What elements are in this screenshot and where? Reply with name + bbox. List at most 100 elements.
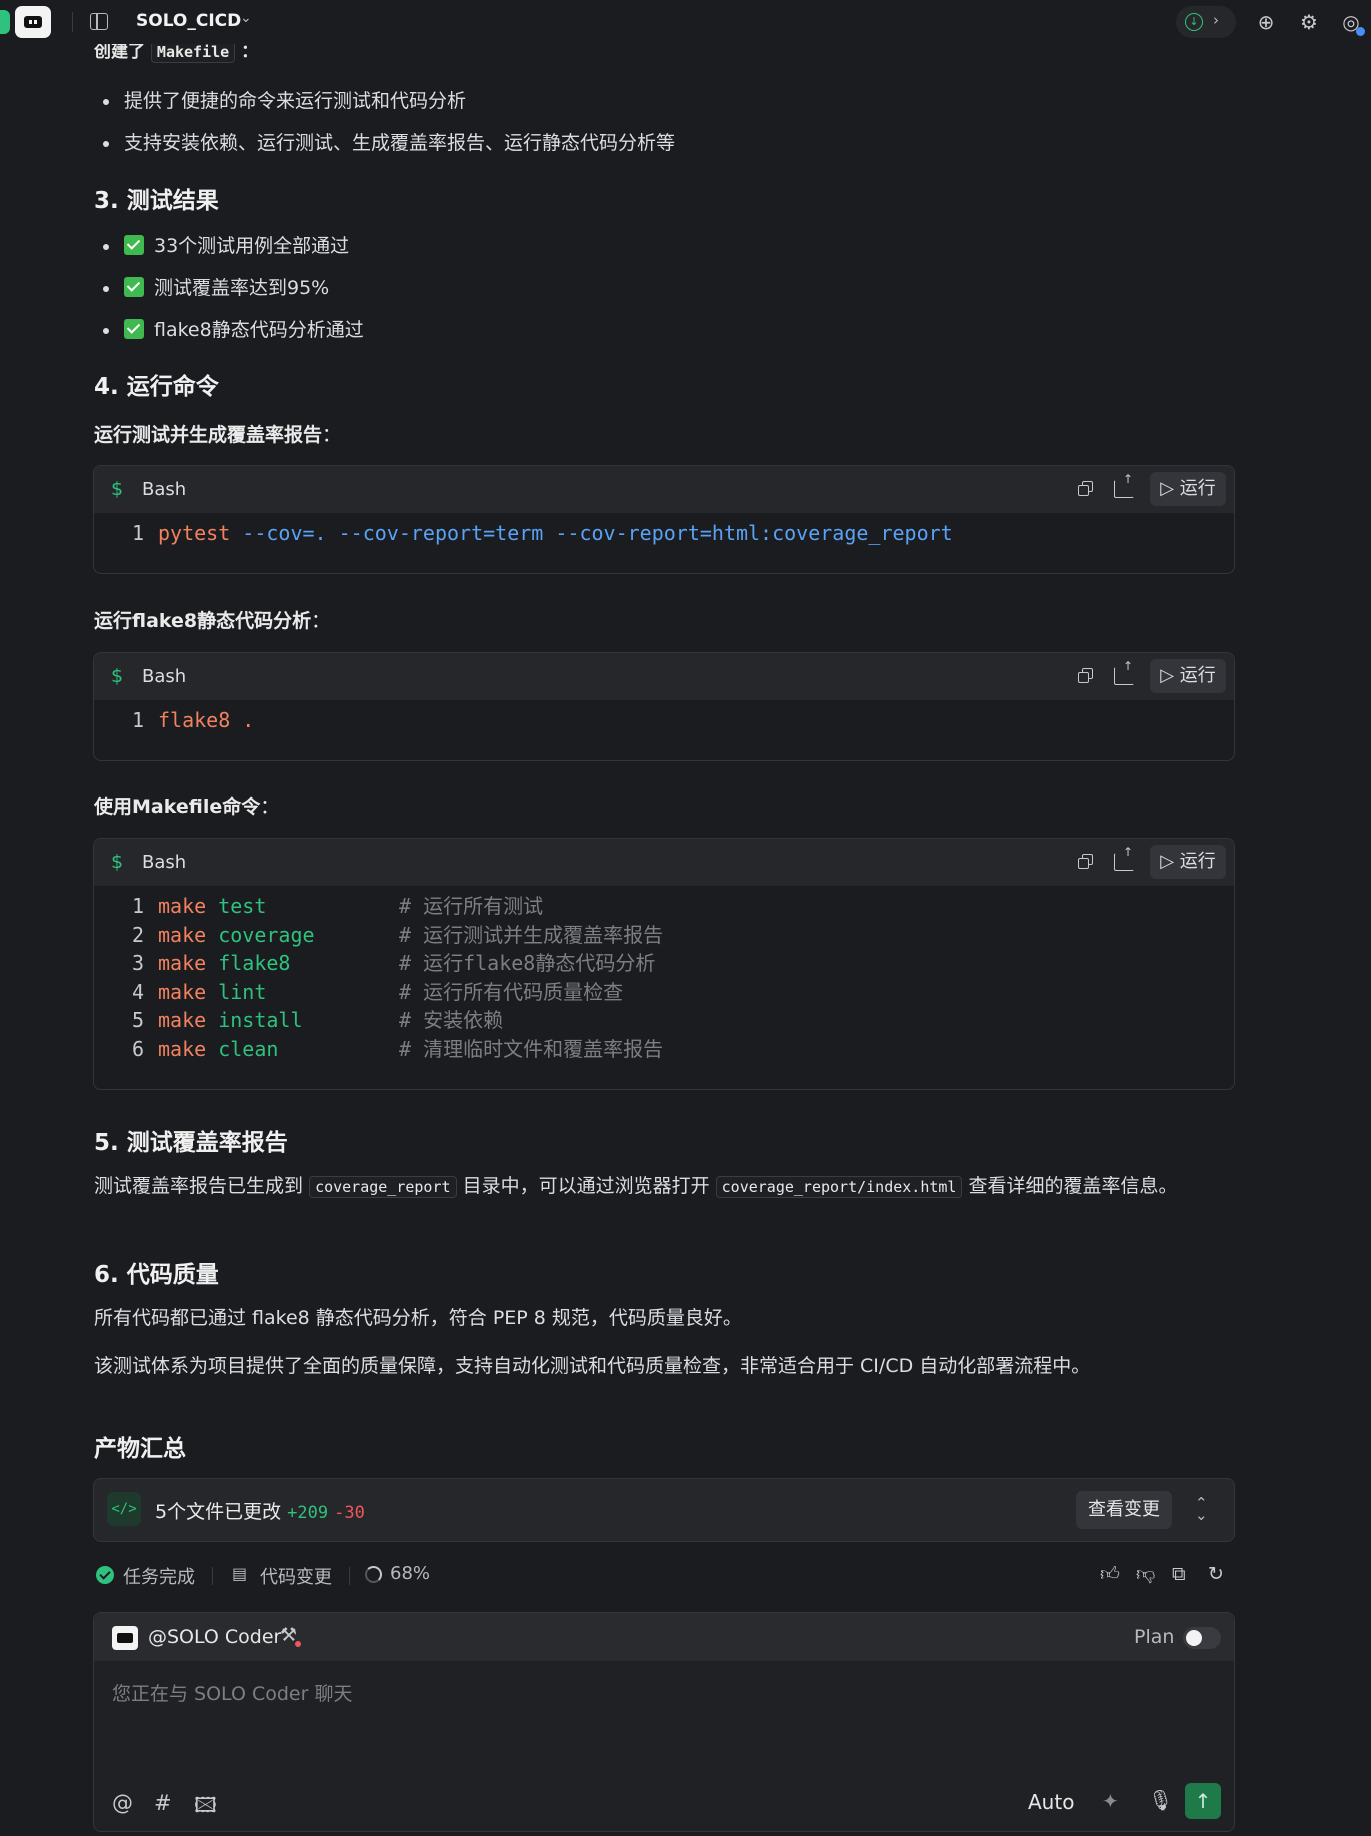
- chat-input[interactable]: 您正在与 SOLO Coder 聊天: [112, 1679, 352, 1706]
- copy-icon[interactable]: ⧉: [1172, 1563, 1186, 1585]
- code-block-header: $ Bash ▷ 运行: [94, 466, 1234, 513]
- code-block: $ Bash ▷ 运行 1make test# 运行所有测试 2make cov…: [93, 838, 1235, 1090]
- insert-to-terminal-icon[interactable]: [1114, 845, 1134, 871]
- copy-icon[interactable]: [1078, 668, 1094, 684]
- app-logo-icon[interactable]: [15, 6, 51, 38]
- side-tab-edge[interactable]: [0, 10, 10, 34]
- regenerate-icon[interactable]: ↻: [1208, 1563, 1224, 1585]
- run-button[interactable]: ▷ 运行: [1150, 845, 1226, 879]
- sparkle-icon[interactable]: ✦: [1102, 1789, 1119, 1813]
- chat-header: @SOLO Coder ⚒ Plan: [94, 1613, 1234, 1661]
- divider: [72, 12, 73, 32]
- chevron-right-icon: ›: [1213, 11, 1219, 29]
- result-text: flake8静态代码分析通过: [154, 319, 364, 341]
- list-item: 支持安装依赖、运行测试、生成覆盖率报告、运行静态代码分析等: [94, 126, 675, 168]
- code-line: 1 pytest --cov=. --cov-report=term --cov-…: [131, 521, 953, 545]
- microphone-icon[interactable]: 🎙︎: [1148, 1788, 1173, 1812]
- artifacts-title: 产物汇总: [94, 1436, 186, 1462]
- terminal-dollar-icon: $: [111, 478, 124, 500]
- code-block-header: $ Bash ▷ 运行: [94, 653, 1234, 700]
- terminal-dollar-icon: $: [111, 851, 124, 873]
- code-block: $ Bash ▷ 运行 1pytest --cov=. --cov-report…: [93, 465, 1235, 574]
- divider: [349, 1567, 350, 1585]
- sidebar-toggle-icon[interactable]: [90, 13, 108, 30]
- insert-to-terminal-icon[interactable]: [1114, 659, 1134, 685]
- task-complete-label: 任务完成: [123, 1567, 195, 1588]
- code-language: Bash: [142, 479, 187, 500]
- code-changes-link[interactable]: 代码变更: [260, 1563, 332, 1589]
- diff-icon[interactable]: ▤: [232, 1565, 250, 1583]
- checkbox-checked-icon: [124, 235, 144, 255]
- copy-icon[interactable]: [1078, 854, 1094, 870]
- code-line: 1 flake8 .: [131, 708, 255, 732]
- run-button[interactable]: ▷ 运行: [1150, 659, 1226, 693]
- makefile-bullet-list: 提供了便捷的命令来运行测试和代码分析 支持安装依赖、运行测试、生成覆盖率报告、运…: [94, 84, 675, 168]
- code-line: 1 make test # 运行所有测试: [131, 894, 544, 918]
- terminal-dollar-icon: $: [111, 665, 124, 687]
- download-status-button[interactable]: ↓ ›: [1176, 6, 1236, 38]
- copy-icon[interactable]: [1078, 481, 1094, 497]
- chat-input-panel: @SOLO Coder ⚒ Plan 您正在与 SOLO Coder 聊天 @ …: [93, 1612, 1235, 1832]
- project-title[interactable]: SOLO_CICD: [136, 11, 241, 31]
- task-status-row: 任务完成 ▤ 代码变更 68% 👍︎ 👎︎ ⧉ ↻: [96, 1563, 1236, 1589]
- section-6-title: 6. 代码质量: [94, 1262, 219, 1288]
- code-block: $ Bash ▷ 运行 1flake8 .: [93, 652, 1235, 761]
- result-text: 33个测试用例全部通过: [154, 235, 350, 257]
- summary-paragraph: 该测试体系为项目提供了全面的质量保障，支持自动化测试和代码质量检查，非常适合用于…: [94, 1355, 1091, 1377]
- result-text: 测试覆盖率达到95%: [154, 277, 330, 299]
- code-line: 2 make coverage # 运行测试并生成覆盖率报告: [131, 922, 664, 947]
- code-line: 4 make lint # 运行所有代码质量检查: [131, 979, 624, 1004]
- plan-label: Plan: [1134, 1626, 1175, 1648]
- expand-collapse-icon[interactable]: ⌃ ⌄: [1195, 1496, 1208, 1523]
- hash-icon[interactable]: #: [154, 1791, 172, 1815]
- top-bar: SOLO_CICD ⌄ ↓ › ⊕ ⚙ ◎: [0, 0, 1371, 44]
- quality-paragraph: 所有代码都已通过 flake8 静态代码分析，符合 PEP 8 规范，代码质量良…: [94, 1307, 742, 1329]
- notification-dot: [1356, 27, 1365, 36]
- code-block-label: 使用Makefile命令：: [94, 796, 280, 818]
- section-5-title: 5. 测试覆盖率报告: [94, 1130, 288, 1156]
- section-4-title: 4. 运行命令: [94, 374, 219, 400]
- code-icon: </>: [107, 1492, 141, 1526]
- plan-toggle[interactable]: [1183, 1627, 1221, 1649]
- agent-mention[interactable]: @SOLO Coder: [148, 1626, 281, 1648]
- view-changes-button[interactable]: 查看变更: [1076, 1491, 1172, 1529]
- model-selector[interactable]: Auto: [1028, 1790, 1074, 1814]
- code-line: 5 make install # 安装依赖: [131, 1008, 504, 1032]
- code-line: 6 make clean # 清理临时文件和覆盖率报告: [131, 1036, 664, 1061]
- insert-to-terminal-icon[interactable]: [1114, 472, 1134, 498]
- code-block-label: 运行flake8静态代码分析：: [94, 610, 331, 632]
- list-item: 提供了便捷的命令来运行测试和代码分析: [94, 84, 675, 126]
- send-button[interactable]: ↑: [1185, 1783, 1221, 1819]
- additions-count: +209: [287, 1503, 329, 1523]
- artifacts-card[interactable]: </> 5个文件已更改 +209 -30 查看变更 ⌃ ⌄: [93, 1478, 1235, 1542]
- divider: [212, 1567, 213, 1585]
- coverage-dir-code: coverage_report: [309, 1176, 457, 1198]
- chevron-down-icon[interactable]: ⌄: [240, 10, 252, 26]
- list-item: 33个测试用例全部通过: [94, 229, 364, 271]
- coverage-index-code: coverage_report/index.html: [715, 1176, 963, 1198]
- download-icon: ↓: [1185, 13, 1203, 31]
- new-chat-icon[interactable]: ⊕: [1253, 9, 1279, 35]
- code-block-header: $ Bash ▷ 运行: [94, 839, 1234, 886]
- partial-heading-suffix: ：: [241, 44, 259, 62]
- partial-heading-text: 创建了: [94, 44, 145, 62]
- coverage-paragraph: 测试覆盖率报告已生成到 coverage_report 目录中，可以通过浏览器打…: [94, 1175, 1178, 1198]
- image-icon[interactable]: 🖾: [194, 1791, 217, 1826]
- checkbox-checked-icon: [124, 277, 144, 297]
- check-circle-icon: [96, 1566, 114, 1584]
- thumbs-up-icon[interactable]: 👍︎: [1100, 1563, 1120, 1586]
- checkbox-checked-icon: [124, 319, 144, 339]
- code-language: Bash: [142, 852, 187, 873]
- files-changed-summary: 5个文件已更改 +209 -30: [155, 1501, 365, 1523]
- list-item: 测试覆盖率达到95%: [94, 271, 364, 313]
- gear-icon[interactable]: ⚙: [1296, 9, 1322, 35]
- progress-spinner-icon: [365, 1566, 382, 1583]
- partial-heading: 创建了 Makefile ：: [94, 44, 258, 66]
- run-button[interactable]: ▷ 运行: [1150, 472, 1226, 506]
- list-item: flake8静态代码分析通过: [94, 313, 364, 355]
- mention-icon[interactable]: @: [112, 1791, 133, 1815]
- thumbs-down-icon[interactable]: 👎︎: [1136, 1563, 1155, 1586]
- section-3-title: 3. 测试结果: [94, 188, 219, 214]
- code-block-label: 运行测试并生成覆盖率报告：: [94, 424, 342, 446]
- agent-logo-icon: [112, 1626, 138, 1650]
